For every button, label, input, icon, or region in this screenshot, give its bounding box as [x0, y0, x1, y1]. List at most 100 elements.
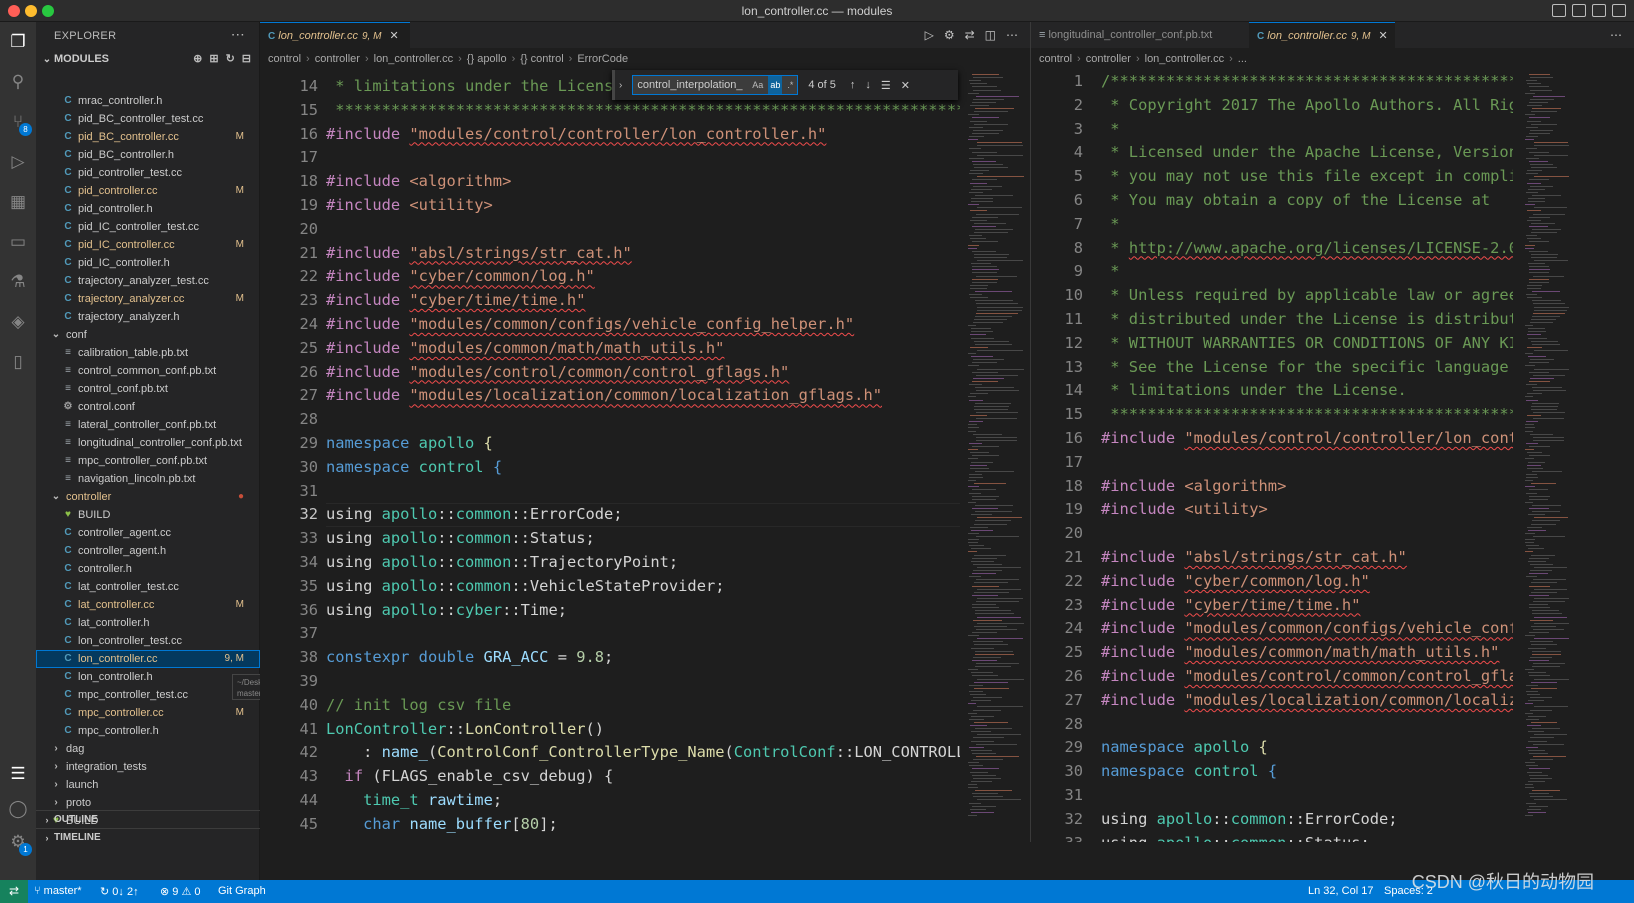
breadcrumb-item[interactable]: {} apollo — [467, 53, 507, 65]
file-item[interactable]: Ctrajectory_analyzer.h — [36, 308, 260, 326]
file-item[interactable]: ≡ control_common_conf.pb.txt — [36, 362, 260, 380]
file-item[interactable]: Clat_controller.cc M — [36, 596, 260, 614]
toggle-panel-icon[interactable] — [1572, 4, 1586, 17]
file-item[interactable]: Cpid_IC_controller_test.cc — [36, 218, 260, 236]
explorer-icon[interactable]: ❐ — [6, 30, 30, 54]
close-icon[interactable]: ✕ — [1378, 30, 1387, 42]
git-graph-button[interactable]: Git Graph — [218, 885, 266, 897]
minimap-left[interactable] — [962, 70, 1026, 842]
file-item[interactable]: Cpid_BC_controller.h — [36, 146, 260, 164]
file-item[interactable]: Ccontroller.h — [36, 560, 260, 578]
file-item[interactable]: ♥ BUILD — [36, 506, 260, 524]
file-item[interactable]: Cmpc_controller.cc M — [36, 704, 260, 722]
notebook-icon[interactable]: ▯ — [6, 350, 30, 374]
file-item[interactable]: ≡ calibration_table.pb.txt — [36, 344, 260, 362]
toggle-sidebar-icon[interactable] — [1552, 4, 1566, 17]
file-item[interactable]: ≡ control_conf.pb.txt — [36, 380, 260, 398]
workspace-section-header[interactable]: ⌄ MODULES ⊕ ⊞ ↻ ⊟ — [36, 50, 259, 68]
file-item[interactable]: ≡ lateral_controller_conf.pb.txt — [36, 416, 260, 434]
collapse-all-icon[interactable]: ⊟ — [242, 52, 251, 65]
folder-item[interactable]: › integration_tests — [36, 758, 260, 776]
refresh-icon[interactable]: ↻ — [226, 52, 235, 65]
use-regex-toggle[interactable]: .* — [787, 76, 793, 94]
more-actions-icon[interactable]: ⋯ — [1006, 28, 1018, 42]
source-control-icon[interactable]: ⑂ 8 — [6, 110, 32, 136]
testing-icon[interactable]: ⚗ — [6, 270, 30, 294]
previous-match-icon[interactable]: ↑ — [850, 79, 856, 91]
close-icon[interactable]: ✕ — [901, 79, 910, 92]
breadcrumb-item[interactable]: lon_controller.cc — [374, 53, 454, 65]
tab-lon-controller-cc-right[interactable]: C lon_controller.cc 9, M ✕ — [1249, 22, 1395, 48]
file-item[interactable]: ≡ navigation_lincoln.pb.txt — [36, 470, 260, 488]
list-icon[interactable]: ☰ — [6, 762, 30, 786]
file-item[interactable]: Ctrajectory_analyzer.cc M — [36, 290, 260, 308]
match-case-toggle[interactable]: Aa — [752, 76, 763, 94]
search-icon[interactable]: ⚲ — [6, 70, 30, 94]
file-item[interactable]: Cpid_controller.h — [36, 200, 260, 218]
open-changes-icon[interactable]: ⇄ — [965, 28, 975, 42]
timeline-section[interactable]: › TIMELINE — [36, 828, 260, 846]
chevron-right-icon[interactable]: › — [619, 80, 622, 91]
file-item[interactable]: Cpid_BC_controller_test.cc — [36, 110, 260, 128]
customize-layout-icon[interactable] — [1612, 4, 1626, 17]
breadcrumb-item[interactable]: control — [1039, 53, 1072, 65]
breadcrumb-item[interactable]: {} control — [520, 53, 563, 65]
breadcrumb-item[interactable]: controller — [315, 53, 360, 65]
file-item[interactable]: Cpid_IC_controller.cc M — [36, 236, 260, 254]
run-icon[interactable]: ▷ — [925, 28, 934, 42]
split-editor-icon[interactable]: ◫ — [985, 28, 996, 42]
more-actions-icon[interactable]: ⋯ — [1610, 28, 1622, 42]
folder-item[interactable]: › dag — [36, 740, 260, 758]
new-folder-icon[interactable]: ⊞ — [209, 52, 218, 65]
file-item[interactable]: Cpid_IC_controller.h — [36, 254, 260, 272]
settings-icon[interactable]: ⚙ — [944, 28, 955, 42]
cursor-position[interactable]: Ln 32, Col 17 — [1308, 885, 1373, 897]
file-item[interactable]: Cpid_BC_controller.cc M — [36, 128, 260, 146]
new-file-icon[interactable]: ⊕ — [193, 52, 202, 65]
outline-section[interactable]: › OUTLINE — [36, 810, 260, 828]
file-item[interactable]: Clat_controller.h — [36, 614, 260, 632]
close-icon[interactable]: ✕ — [389, 30, 398, 42]
extensions-icon[interactable]: ▦ — [6, 190, 30, 214]
file-item[interactable]: Clon_controller_test.cc — [36, 632, 260, 650]
account-icon[interactable]: ◯ — [6, 797, 30, 821]
remote-explorer-icon[interactable]: ▭ — [6, 230, 30, 254]
file-item[interactable]: Clon_controller.cc 9, M — [36, 650, 260, 668]
file-item[interactable]: ⚙ control.conf — [36, 398, 260, 416]
file-item[interactable]: Ccontroller_agent.h — [36, 542, 260, 560]
find-in-selection-icon[interactable]: ☰ — [881, 79, 891, 92]
problems-indicator[interactable]: ⊗ 9 ⚠ 0 — [160, 885, 200, 898]
file-item[interactable]: Cmpc_controller.h — [36, 722, 260, 740]
match-whole-word-toggle[interactable]: ab — [768, 76, 783, 94]
folder-item[interactable]: › launch — [36, 776, 260, 794]
breadcrumb-item[interactable]: control — [268, 53, 301, 65]
more-actions-icon[interactable]: ⋯ — [231, 26, 245, 43]
file-item[interactable]: Cpid_controller.cc M — [36, 182, 260, 200]
settings-gear-icon[interactable]: ⚙ 1 — [6, 830, 32, 856]
next-match-icon[interactable]: ↓ — [865, 79, 871, 91]
file-item[interactable]: Ctrajectory_analyzer_test.cc — [36, 272, 260, 290]
breadcrumb-item[interactable]: ErrorCode — [577, 53, 628, 65]
tab-lon-controller-cc[interactable]: C lon_controller.cc 9, M ✕ — [260, 22, 410, 48]
breadcrumb-item[interactable]: lon_controller.cc — [1145, 53, 1225, 65]
file-item[interactable]: Ccontroller_agent.cc — [36, 524, 260, 542]
remote-indicator[interactable]: ⇄ — [0, 880, 28, 903]
file-item[interactable]: Clat_controller_test.cc — [36, 578, 260, 596]
minimap-right[interactable] — [1519, 70, 1571, 842]
file-item[interactable]: ≡ mpc_controller_conf.pb.txt — [36, 452, 260, 470]
toggle-secondary-sidebar-icon[interactable] — [1592, 4, 1606, 17]
file-item[interactable]: Clon_controller.h — [36, 668, 260, 686]
breadcrumb-item[interactable]: ... — [1238, 53, 1247, 65]
docker-icon[interactable]: ◈ — [6, 310, 30, 334]
file-item[interactable]: ≡ longitudinal_controller_conf.pb.txt — [36, 434, 260, 452]
file-item[interactable]: Cpid_controller_test.cc — [36, 164, 260, 182]
branch-indicator[interactable]: ⑂ master* — [34, 885, 82, 897]
sync-indicator[interactable]: ↻ 0↓ 2↑ — [100, 885, 139, 898]
folder-item[interactable]: ⌄ conf — [36, 326, 260, 344]
find-input[interactable]: control_interpolation_ Aa ab .* — [632, 75, 799, 95]
run-debug-icon[interactable]: ▷ — [6, 150, 30, 174]
breadcrumb-item[interactable]: controller — [1086, 53, 1131, 65]
tab-longitudinal-controller-conf[interactable]: ≡ longitudinal_controller_conf.pb.txt — [1031, 22, 1249, 48]
file-item[interactable]: Cmrac_controller.h — [36, 92, 260, 110]
file-item[interactable]: Cmpc_controller_test.cc — [36, 686, 260, 704]
